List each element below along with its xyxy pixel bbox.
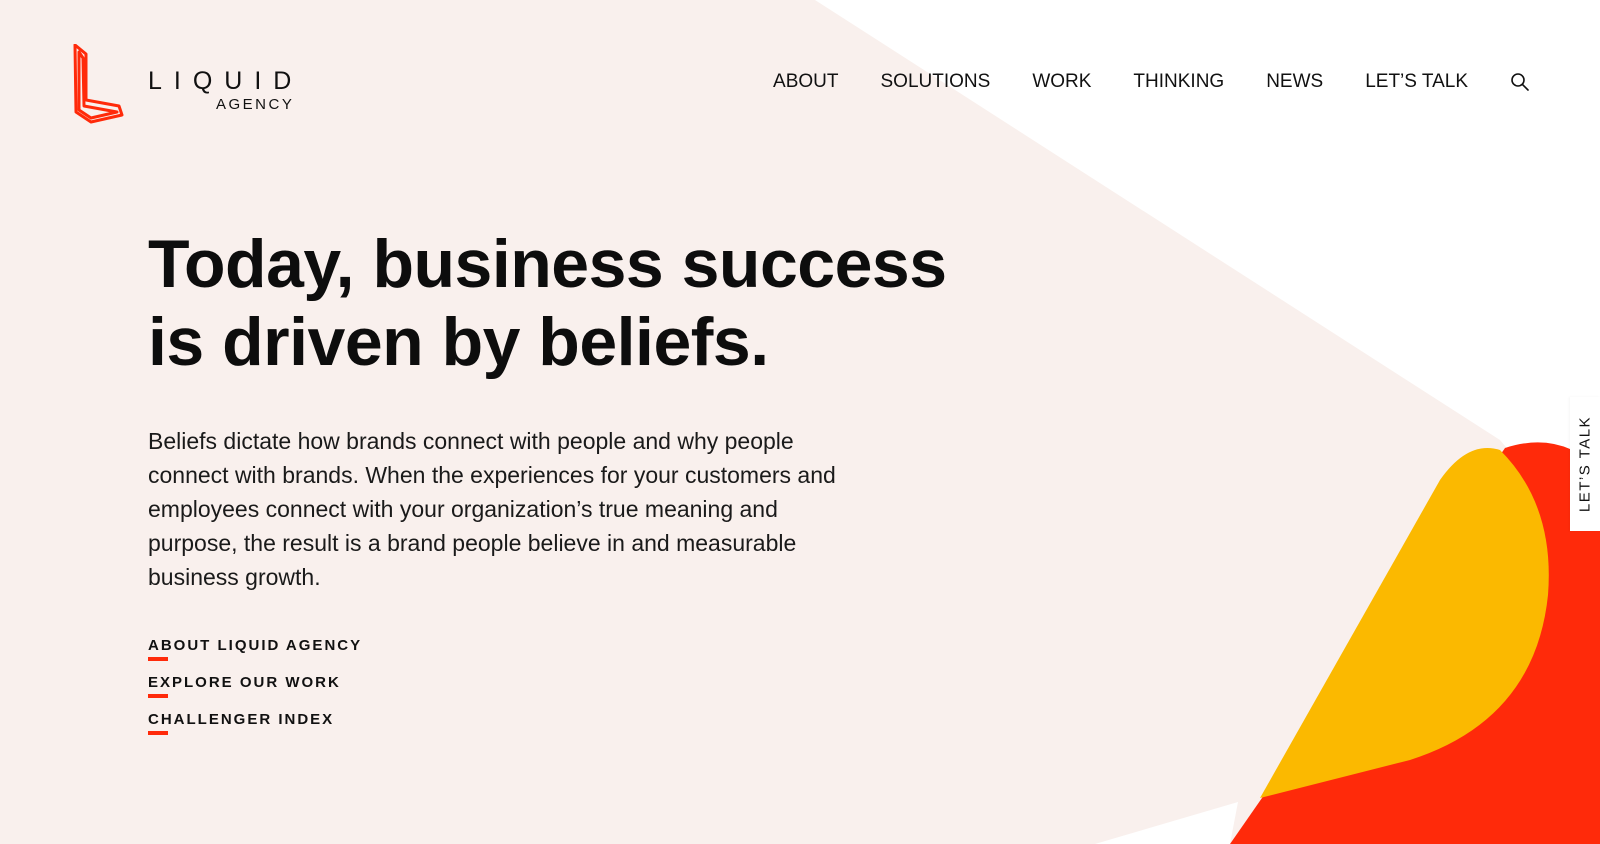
logo-wordmark: LIQUID [148,67,304,95]
search-icon[interactable] [1510,72,1530,92]
challenger-index-link[interactable]: CHALLENGER INDEX [148,710,362,747]
hero-links: ABOUT LIQUID AGENCY EXPLORE OUR WORK CHA… [148,636,362,747]
nav-news[interactable]: NEWS [1266,70,1323,94]
nav-solutions[interactable]: SOLUTIONS [881,70,991,94]
hero-title-line-2: is driven by beliefs. [148,304,769,380]
logo[interactable]: LIQUID AGENCY [72,44,302,126]
hero-body-text: Beliefs dictate how brands connect with … [148,428,836,590]
liquid-logo-icon [73,44,124,124]
explore-our-work-link[interactable]: EXPLORE OUR WORK [148,673,362,710]
nav-work[interactable]: WORK [1032,70,1091,94]
about-liquid-agency-label: ABOUT LIQUID AGENCY [148,637,363,654]
challenger-index-label: CHALLENGER INDEX [148,711,335,728]
hero-title: Today, business success is driven by bel… [148,225,968,381]
side-tab-label: LET’S TALK [1576,415,1594,513]
nav-thinking[interactable]: THINKING [1133,70,1224,94]
link-underline [148,694,168,698]
page: LIQUID AGENCY ABOUT SOLUTIONS WORK THINK… [0,0,1600,844]
link-underline [148,731,168,735]
link-underline [148,657,168,661]
about-liquid-agency-link[interactable]: ABOUT LIQUID AGENCY [148,636,362,673]
logo-subtitle: AGENCY [216,96,295,113]
nav-lets-talk[interactable]: LET’S TALK [1365,70,1468,94]
explore-our-work-label: EXPLORE OUR WORK [148,674,341,691]
hero-title-line-1: Today, business success [148,226,947,302]
lets-talk-side-tab[interactable]: LET’S TALK [1570,397,1600,531]
main-nav: ABOUT SOLUTIONS WORK THINKING NEWS LET’S… [731,70,1530,94]
nav-about[interactable]: ABOUT [773,70,838,94]
